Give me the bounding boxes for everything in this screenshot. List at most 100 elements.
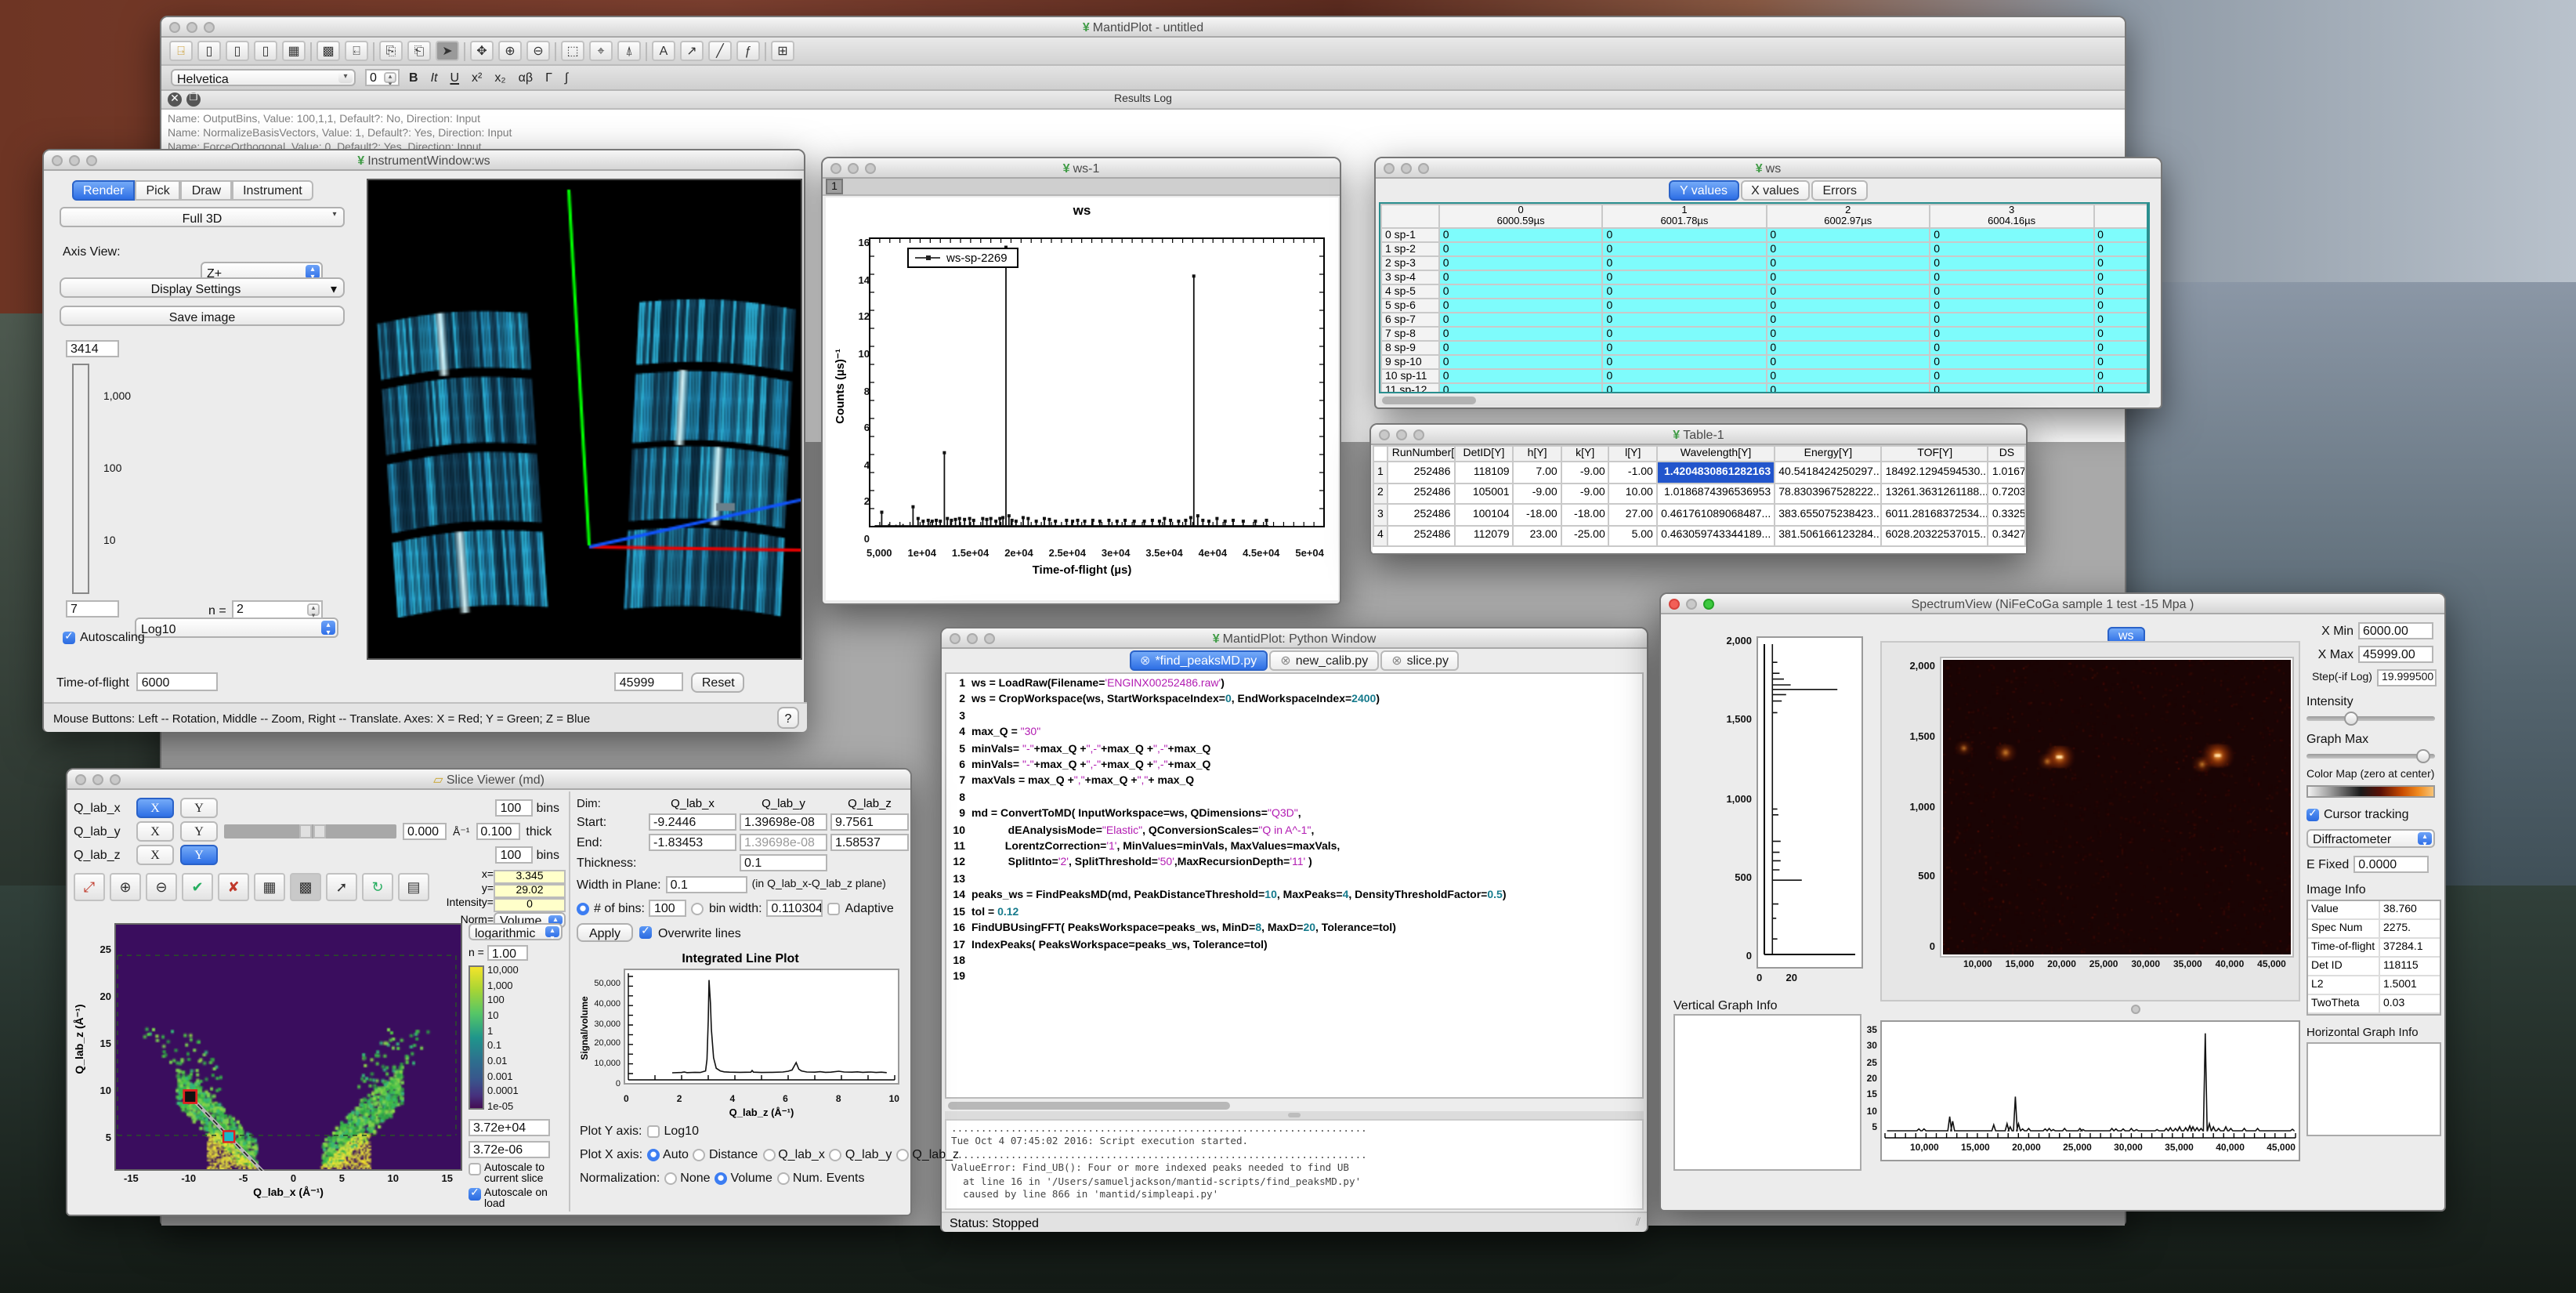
code-line[interactable]: 17➤IndexPeaks( PeaksWorkspace=peaks_ws, … [946, 938, 1642, 954]
row-header[interactable]: 3 [1373, 504, 1388, 525]
cell[interactable]: 0 [1766, 369, 1930, 383]
font-size-input[interactable]: 0▴▾ [365, 69, 400, 86]
cell[interactable]: 27.00 [1609, 504, 1657, 525]
zoom-button[interactable] [204, 22, 215, 33]
cell[interactable]: -1.00 [1609, 462, 1657, 483]
cell[interactable]: 0 [2093, 313, 2150, 327]
tab-y-values[interactable]: Y values [1669, 180, 1738, 201]
column-header[interactable]: 26002.97µs [1766, 205, 1930, 228]
cell[interactable]: 383.655075238423... [1775, 504, 1881, 525]
cell[interactable]: 0 [1930, 284, 2093, 299]
cell[interactable]: 0 [2093, 270, 2150, 284]
end-x-input[interactable]: -1.83453 [649, 834, 736, 851]
row-header[interactable]: 5 sp-6 [1381, 299, 1439, 313]
norm-num-events-radio[interactable] [777, 1172, 790, 1184]
width-input[interactable]: 0.1 [666, 876, 747, 893]
qlabx-x-button[interactable]: X [136, 798, 174, 818]
code-line[interactable]: 3 [946, 710, 1642, 726]
fit-peak-icon[interactable]: ⍋ [617, 41, 641, 61]
zoom-out-icon[interactable]: ⊖ [146, 873, 177, 901]
resize-grip-icon[interactable]: ⫽ [1636, 1213, 1641, 1233]
zoom-button[interactable] [86, 155, 97, 166]
new-graph-icon[interactable]: ▩ [317, 41, 340, 61]
column-header[interactable]: 16001.78µs [1603, 205, 1767, 228]
cell[interactable]: 0 [1930, 228, 2093, 242]
column-header[interactable]: RunNumber[Y [1388, 446, 1455, 462]
code-line[interactable]: 7maxVals = max_Q +","+max_Q +","+ max_Q [946, 775, 1642, 791]
cell[interactable]: 0.463059743344189... [1657, 525, 1775, 546]
autoscale-load-checkbox[interactable]: ✓ [469, 1188, 481, 1201]
minimize-button[interactable] [967, 633, 978, 644]
save-image-button[interactable]: Save image [60, 306, 345, 326]
cell[interactable]: 0 [2093, 242, 2150, 256]
code-line[interactable]: 16FindUBUsingFFT( PeaksWorkspace=peaks_w… [946, 922, 1642, 938]
cell[interactable]: 0 [1603, 355, 1767, 369]
column-header[interactable]: h[Y] [1514, 446, 1561, 462]
close-tab-icon[interactable]: ⊗ [1391, 654, 1402, 668]
paste-icon[interactable]: ⎗ [407, 41, 431, 61]
row-header[interactable]: 0 sp-1 [1381, 228, 1439, 242]
zoom-button[interactable] [984, 633, 995, 644]
instrument-colorbar[interactable] [72, 364, 89, 594]
cell[interactable]: 381.506166123284... [1775, 525, 1881, 546]
tab-x-values[interactable]: X values [1740, 180, 1810, 201]
instrument-type-select[interactable]: Diffractometer▴▾ [2306, 829, 2435, 848]
close-button[interactable] [1379, 429, 1390, 440]
end-y-input[interactable]: 1.39698e-08 [740, 834, 827, 851]
cell[interactable]: 0 [1930, 383, 2093, 393]
row-header[interactable]: 4 [1373, 525, 1388, 546]
scale-min-input[interactable]: 7 [66, 600, 119, 618]
script-fx-icon[interactable]: ƒ [736, 41, 760, 61]
cell[interactable]: 0 [1603, 242, 1767, 256]
row-header[interactable]: 11 sp-12 [1381, 383, 1439, 393]
close-button[interactable] [52, 155, 63, 166]
ws1-chart[interactable] [832, 219, 1330, 572]
cell[interactable]: 0 [2093, 256, 2150, 270]
cell[interactable]: 0 [1603, 327, 1767, 341]
peaks-overlay-icon[interactable]: ▩ [290, 873, 321, 901]
cell[interactable]: 1.4204830861282163 [1657, 462, 1775, 483]
row-header[interactable]: 4 sp-5 [1381, 284, 1439, 299]
cell[interactable]: 100104 [1454, 504, 1513, 525]
cell[interactable]: 23.00 [1514, 525, 1561, 546]
nbins-input[interactable]: 100 [649, 900, 687, 917]
plotx-auto-radio[interactable] [647, 1148, 660, 1161]
close-button[interactable] [1384, 163, 1395, 174]
cell[interactable]: 0 [1766, 284, 1930, 299]
spectrumview-titlebar[interactable]: SpectrumView (NiFeCoGa sample 1 test -15… [1661, 594, 2444, 614]
slice-titlebar[interactable]: ▱ Slice Viewer (md) [67, 770, 910, 790]
color-scale-select[interactable]: logarithmic▴▾ [469, 923, 563, 940]
projection-select[interactable]: Full 3D▾ [60, 207, 345, 227]
column-header[interactable]: DS [1988, 446, 2025, 462]
cell[interactable]: 0 [1439, 256, 1603, 270]
tab-render[interactable]: Render [72, 180, 136, 201]
cell[interactable]: 0 [1766, 299, 1930, 313]
cell[interactable]: 18492.1294594530... [1882, 462, 1988, 483]
cell[interactable]: 0 [1439, 242, 1603, 256]
cell[interactable]: 0 [1439, 369, 1603, 383]
ws1-plot-area[interactable]: ws 1614121086420 Counts (µs)⁻¹ 5,0001e+0… [826, 197, 1338, 600]
cell[interactable]: 0 [1930, 355, 2093, 369]
column-header[interactable]: DetID[Y] [1454, 446, 1513, 462]
cell[interactable]: 0.72032 [1988, 483, 2025, 504]
cell[interactable]: 78.8303967528222... [1775, 483, 1881, 504]
cell[interactable]: 1.0167 [1988, 462, 2025, 483]
code-line[interactable]: 8 [946, 791, 1642, 808]
cell[interactable]: 0 [1766, 327, 1930, 341]
cell[interactable]: 5.00 [1609, 525, 1657, 546]
color-min-input[interactable]: 3.72e-06 [469, 1141, 550, 1158]
format-αβ[interactable]: αβ [519, 71, 533, 85]
code-editor[interactable]: 1ws = LoadRaw(Filename='ENGINX00252486.r… [945, 672, 1644, 1099]
column-header[interactable]: 36004.16µs [1930, 205, 2093, 228]
start-x-input[interactable]: -9.2446 [649, 813, 736, 831]
cell[interactable]: 0 [1766, 270, 1930, 284]
cell[interactable]: 0 [1603, 313, 1767, 327]
zoom-region-icon[interactable]: ⬚ [561, 41, 584, 61]
minimize-button[interactable] [1401, 163, 1412, 174]
cell[interactable]: -9.00 [1561, 483, 1609, 504]
cell[interactable]: 0 [1439, 270, 1603, 284]
code-line[interactable]: 5minVals= "-"+max_Q +",-"+max_Q +",-"+ma… [946, 742, 1642, 759]
ws-table-titlebar[interactable]: ¥ws [1376, 158, 2161, 179]
cell[interactable]: 0 [1766, 355, 1930, 369]
cell[interactable]: 0 [1766, 242, 1930, 256]
